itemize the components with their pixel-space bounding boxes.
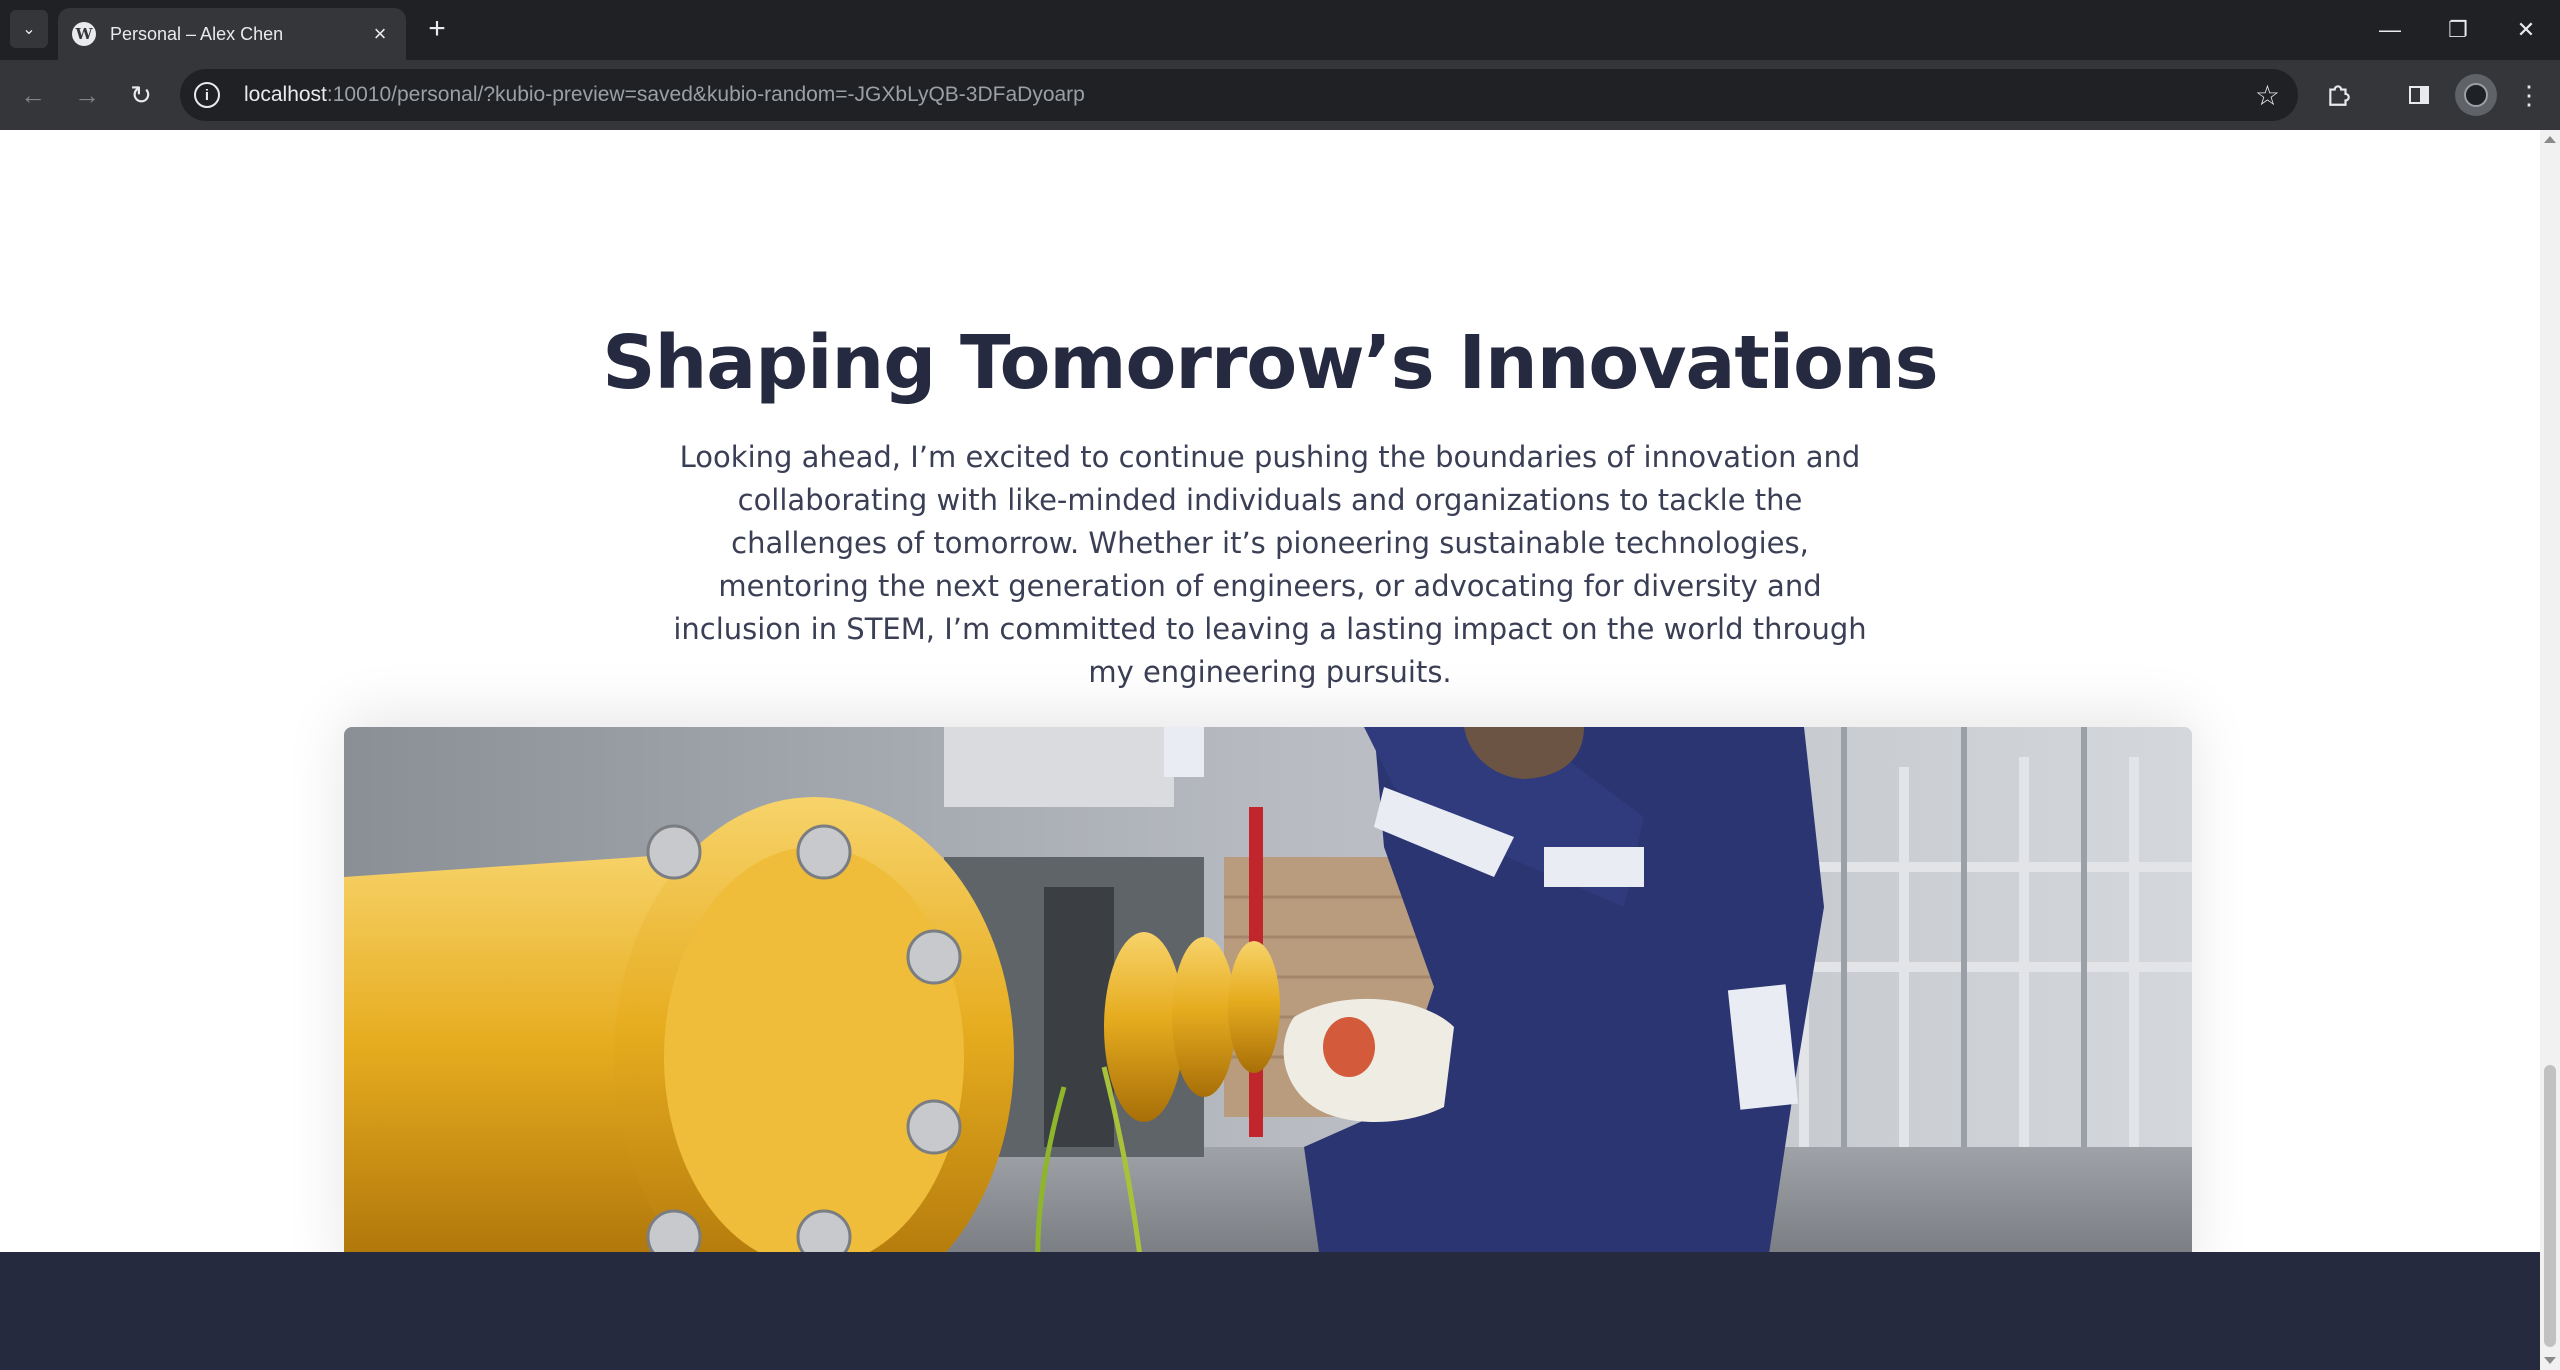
side-panel-icon [2409,86,2429,104]
tab-search-button[interactable]: ⌄ [10,10,48,48]
avatar[interactable] [2455,74,2497,116]
url-host: localhost [244,83,327,106]
url-text[interactable]: localhost:10010/personal/?kubio-preview=… [244,83,1085,107]
address-bar[interactable]: i localhost:10010/personal/?kubio-previe… [180,69,2298,121]
section-heading: Shaping Tomorrow’s Innovations [602,320,1938,406]
profile-picture [2464,83,2488,107]
scroll-down-icon[interactable] [2544,1357,2556,1364]
browser-tab-strip: ⌄ W Personal – Alex Chen × + — ❐ ✕ [0,0,2560,60]
tab-title: Personal – Alex Chen [110,23,284,44]
back-arrow-icon: ← [20,79,46,110]
photo-illustration [344,727,2192,1287]
browser-tab-active[interactable]: W Personal – Alex Chen × [58,8,406,60]
page-scrollbar[interactable] [2540,130,2560,1370]
page-viewport: Shaping Tomorrow’s Innovations Looking a… [0,130,2540,1370]
puzzle-icon [2329,85,2350,106]
window-close-button[interactable]: ✕ [2492,0,2560,60]
section-paragraph: Looking ahead, I’m excited to continue p… [673,440,1867,689]
site-footer [0,1252,2540,1370]
chevron-down-icon: ⌄ [22,21,36,38]
restore-icon: ❐ [2448,17,2468,42]
back-button[interactable]: ← [12,74,54,116]
kebab-menu-icon: ⋮ [2516,79,2542,110]
plus-icon: + [428,12,446,45]
new-tab-button[interactable]: + [418,10,456,48]
minimize-icon: — [2379,17,2401,42]
browser-menu-button[interactable]: ⋮ [2508,74,2550,116]
scroll-up-icon[interactable] [2544,136,2556,143]
extensions-button[interactable] [2318,74,2360,116]
reload-icon: ↻ [130,79,152,110]
url-path: :10010/personal/?kubio-preview=saved&kub… [326,83,1085,106]
info-icon[interactable]: i [194,82,220,108]
forward-button[interactable]: → [66,74,108,116]
side-panel-button[interactable] [2398,74,2440,116]
wordpress-icon: W [72,22,96,46]
minimize-button[interactable]: — [2356,0,2424,60]
restore-button[interactable]: ❐ [2424,0,2492,60]
reload-button[interactable]: ↻ [120,74,162,116]
tab-close-icon[interactable]: × [368,21,392,47]
forward-arrow-icon: → [74,79,100,110]
engineer-pipeline-photo [344,727,2192,1287]
star-icon[interactable]: ☆ [2255,79,2280,112]
close-icon: ✕ [2516,17,2536,42]
browser-toolbar: ← → ↻ i localhost:10010/personal/?kubio-… [0,60,2560,130]
scrollbar-thumb[interactable] [2544,1065,2556,1347]
